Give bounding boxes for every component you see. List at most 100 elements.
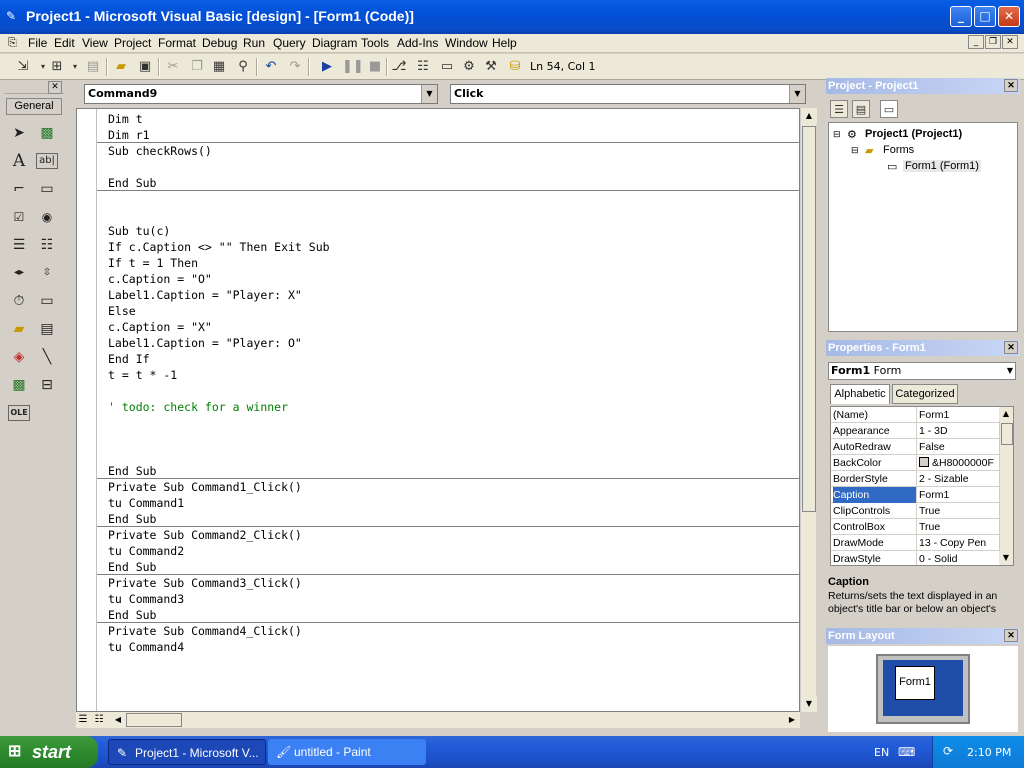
paste-icon[interactable]: ▦: [210, 58, 228, 76]
optionbutton-icon[interactable]: ◉: [36, 206, 58, 228]
mdi-doc-icon[interactable]: ⎘: [8, 36, 17, 50]
menu-file[interactable]: File: [28, 36, 47, 50]
code-line[interactable]: Label1.Caption = "Player: X": [108, 287, 302, 303]
project-close-button[interactable]: ✕: [1004, 79, 1018, 92]
scroll-left-icon[interactable]: ◀: [110, 712, 126, 728]
menu-view[interactable]: View: [82, 36, 108, 50]
hscroll-thumb[interactable]: [126, 713, 182, 727]
property-row[interactable]: (Name) Form1: [831, 407, 999, 423]
code-line[interactable]: c.Caption = "X": [108, 319, 212, 335]
view-code-icon[interactable]: ☰: [830, 100, 848, 118]
code-line[interactable]: Sub checkRows(): [108, 143, 212, 159]
label-icon[interactable]: A: [8, 150, 30, 172]
code-line[interactable]: Label1.Caption = "Player: O": [108, 335, 302, 351]
add-project-icon[interactable]: ⇲: [14, 58, 32, 76]
property-row[interactable]: DrawMode 13 - Copy Pen: [831, 535, 999, 551]
view-object-icon[interactable]: ▤: [852, 100, 870, 118]
property-value[interactable]: Form1: [919, 487, 999, 503]
property-scrollbar[interactable]: ▲ ▼: [999, 407, 1013, 565]
form-layout-close-button[interactable]: ✕: [1004, 629, 1018, 642]
property-value[interactable]: False: [919, 439, 999, 455]
property-value[interactable]: 0 - Solid: [919, 551, 999, 565]
chevron-down-icon[interactable]: ▼: [789, 85, 805, 103]
menu-project[interactable]: Project: [114, 36, 151, 50]
scroll-down-icon[interactable]: ▼: [801, 696, 817, 712]
toolbox-icon[interactable]: ⚒: [482, 58, 500, 76]
code-line[interactable]: Dim r1: [108, 127, 150, 143]
property-row[interactable]: BackColor &H8000000F: [831, 455, 999, 471]
listbox-icon[interactable]: ☷: [36, 234, 58, 256]
scroll-down-icon[interactable]: ▼: [999, 551, 1013, 565]
property-row[interactable]: Caption Form1: [831, 487, 999, 503]
end-icon[interactable]: ■: [366, 58, 384, 76]
tab-categorized[interactable]: Categorized: [892, 384, 958, 404]
filelistbox-icon[interactable]: ▤: [36, 318, 58, 340]
menu-editor-icon[interactable]: ▤: [84, 58, 102, 76]
property-row[interactable]: ControlBox True: [831, 519, 999, 535]
property-value[interactable]: &H8000000F: [919, 455, 999, 471]
code-line[interactable]: End Sub: [108, 559, 156, 575]
toggle-folders-icon[interactable]: ▭: [880, 100, 898, 118]
code-line[interactable]: tu Command4: [108, 639, 184, 655]
property-value[interactable]: 1 - 3D: [919, 423, 999, 439]
language-indicator[interactable]: EN: [874, 746, 889, 759]
menu-query[interactable]: Query: [273, 36, 306, 50]
object-browser-icon[interactable]: ⚙: [460, 58, 478, 76]
minimize-button[interactable]: _: [950, 6, 972, 27]
timer-icon[interactable]: ⏱: [8, 290, 30, 312]
keyboard-icon[interactable]: ⌨: [898, 745, 915, 759]
code-line[interactable]: Else: [108, 303, 136, 319]
property-name[interactable]: DrawStyle: [833, 551, 917, 565]
shape-icon[interactable]: ◈: [8, 346, 30, 368]
ole-icon[interactable]: OLE: [8, 405, 30, 421]
property-row[interactable]: Appearance 1 - 3D: [831, 423, 999, 439]
property-value[interactable]: True: [919, 519, 999, 535]
code-comment[interactable]: ' todo: check for a winner: [108, 399, 288, 415]
property-name[interactable]: (Name): [833, 407, 917, 423]
chevron-down-icon[interactable]: ▼: [421, 85, 437, 103]
project-explorer-icon[interactable]: ⎇: [390, 58, 408, 76]
code-line[interactable]: End If: [108, 351, 150, 367]
property-name[interactable]: ControlBox: [833, 519, 917, 535]
toolbox-tab-general[interactable]: General: [6, 98, 62, 115]
open-folder-icon[interactable]: ▰: [112, 58, 130, 76]
menu-debug[interactable]: Debug: [202, 36, 237, 50]
add-form-icon[interactable]: ⊞: [48, 58, 66, 76]
start-button[interactable]: ⊞ start: [0, 736, 98, 768]
property-name[interactable]: BorderStyle: [833, 471, 917, 487]
procedure-view-icon[interactable]: ☰: [76, 712, 90, 728]
taskbar-item-vb[interactable]: ✎ Project1 - Microsoft V...: [108, 739, 266, 765]
tab-alphabetic[interactable]: Alphabetic: [830, 384, 890, 404]
property-scroll-thumb[interactable]: [1001, 423, 1013, 445]
menu-diagram[interactable]: Diagram: [312, 36, 357, 50]
code-line[interactable]: Private Sub Command4_Click(): [108, 623, 302, 639]
image-icon[interactable]: ▩: [8, 374, 30, 396]
mdi-minimize-button[interactable]: _: [968, 35, 984, 49]
network-icon[interactable]: ⟳: [943, 744, 953, 758]
property-value[interactable]: True: [919, 503, 999, 519]
collapse-icon[interactable]: ⊟: [851, 145, 859, 156]
undo-icon[interactable]: ↶: [262, 58, 280, 76]
menu-format[interactable]: Format: [158, 36, 196, 50]
object-selector[interactable]: Form1 Form ▼: [828, 362, 1016, 380]
data-view-icon[interactable]: ⛁: [506, 58, 524, 76]
code-line[interactable]: If t = 1 Then: [108, 255, 198, 271]
property-row[interactable]: DrawStyle 0 - Solid: [831, 551, 999, 565]
menu-help[interactable]: Help: [492, 36, 517, 50]
start-run-icon[interactable]: ▶: [318, 58, 336, 76]
save-icon[interactable]: ▣: [136, 58, 154, 76]
property-row[interactable]: AutoRedraw False: [831, 439, 999, 455]
code-line[interactable]: Sub tu(c): [108, 223, 170, 239]
collapse-icon[interactable]: ⊟: [833, 129, 841, 140]
vscrollbar-icon[interactable]: ⇳: [36, 262, 58, 284]
scroll-right-icon[interactable]: ▶: [784, 712, 800, 728]
commandbutton-icon[interactable]: ▭: [36, 178, 58, 200]
scroll-up-icon[interactable]: ▲: [999, 407, 1013, 421]
form-layout-icon[interactable]: ▭: [438, 58, 456, 76]
property-name[interactable]: DrawMode: [833, 535, 917, 551]
tree-form1[interactable]: Form1 (Form1): [903, 160, 981, 172]
break-icon[interactable]: ❚❚: [342, 58, 364, 76]
code-line[interactable]: End Sub: [108, 607, 156, 623]
title-bar[interactable]: ✎ Project1 - Microsoft Visual Basic [des…: [0, 0, 1024, 34]
dropdown-arrow-icon[interactable]: ▾: [66, 58, 84, 76]
